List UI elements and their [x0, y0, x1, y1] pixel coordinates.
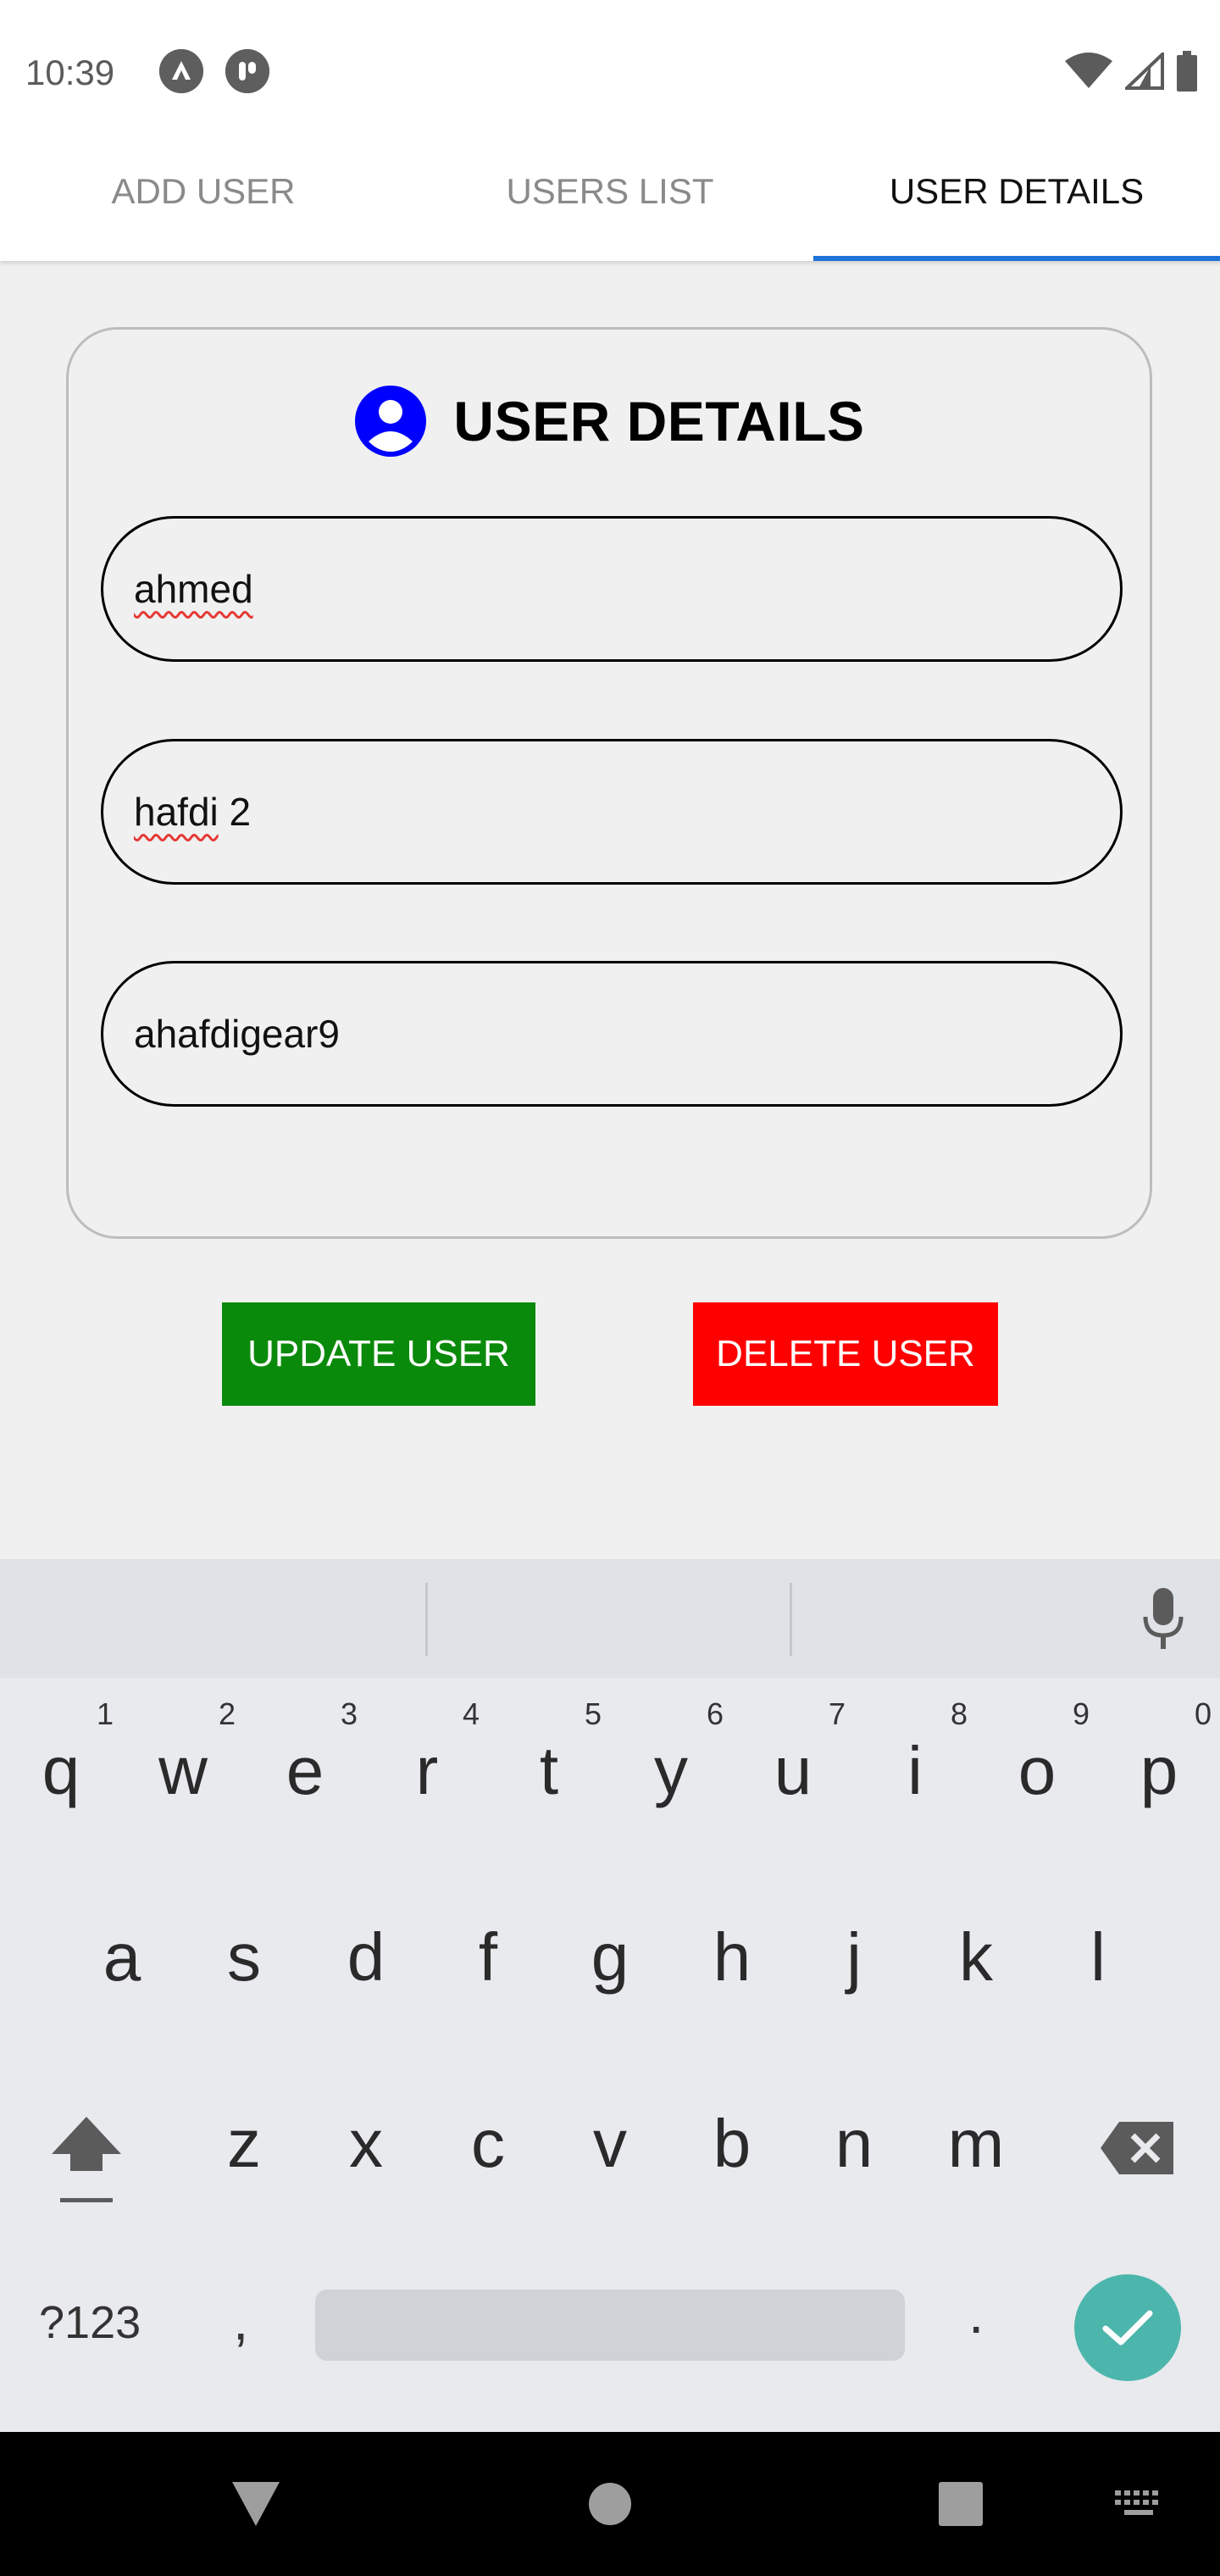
enter-key[interactable] [1074, 2274, 1181, 2381]
key-j[interactable]: j [793, 1873, 915, 2042]
key-t[interactable]: 5t [488, 1686, 610, 1856]
key-o[interactable]: 9o [976, 1686, 1098, 1856]
card-header: USER DETAILS [69, 380, 1150, 462]
keyboard-switch-button[interactable] [1079, 2432, 1198, 2576]
home-button[interactable] [551, 2432, 669, 2576]
user-details-card: USER DETAILS ahmed hafdi 2 ahafdigear9 [66, 327, 1152, 1239]
suggestion-strip [0, 1559, 1220, 1678]
key-r[interactable]: 4r [366, 1686, 488, 1856]
recents-button[interactable] [901, 2432, 1020, 2576]
key-e[interactable]: 3e [244, 1686, 366, 1856]
space-bar[interactable] [315, 2290, 905, 2361]
suggestion-divider [425, 1583, 428, 1656]
backspace-icon [1101, 2122, 1173, 2174]
update-user-button[interactable]: UPDATE USER [222, 1302, 535, 1406]
app-notification-icon-b [225, 49, 269, 93]
first-name-value: ahmed [134, 567, 253, 611]
delete-user-button[interactable]: DELETE USER [693, 1302, 998, 1406]
key-q[interactable]: 1q [0, 1686, 122, 1856]
key-w[interactable]: 2w [122, 1686, 244, 1856]
username-value: ahafdigear9 [134, 1012, 340, 1056]
system-nav-bar [0, 2432, 1220, 2576]
key-f[interactable]: f [427, 1873, 549, 2042]
key-b[interactable]: b [671, 2059, 793, 2229]
key-m[interactable]: m [915, 2059, 1037, 2229]
tab-bar: ADD USER USERS LIST USER DETAILS [0, 144, 1220, 261]
key-a[interactable]: a [61, 1873, 183, 2042]
key-n[interactable]: n [793, 2059, 915, 2229]
wifi-icon [1065, 53, 1112, 88]
recents-square-icon [939, 2482, 983, 2526]
key-p[interactable]: 0p [1098, 1686, 1220, 1856]
key-z[interactable]: z [183, 2059, 305, 2229]
key-s[interactable]: s [183, 1873, 305, 2042]
suggestion-divider [790, 1583, 792, 1656]
comma-key[interactable]: , [233, 2288, 248, 2352]
check-icon [1102, 2310, 1153, 2346]
app-notification-icon-a [159, 49, 203, 93]
key-c[interactable]: c [427, 2059, 549, 2229]
signal-icon [1125, 53, 1164, 90]
page-title: USER DETAILS [453, 390, 865, 452]
key-k[interactable]: k [915, 1873, 1037, 2042]
back-button[interactable] [197, 2432, 315, 2576]
back-triangle-icon [232, 2482, 280, 2526]
status-bar: 10:39 [0, 0, 1220, 144]
last-name-value: hafdi 2 [134, 790, 252, 834]
home-circle-icon [589, 2483, 631, 2525]
soft-keyboard: 1q 2w 3e 4r 5t 6y 7u 8i 9o 0p a s d f g … [0, 1559, 1220, 2432]
symbols-key[interactable]: ?123 [39, 2296, 141, 2349]
key-x[interactable]: x [305, 2059, 427, 2229]
key-y[interactable]: 6y [610, 1686, 732, 1856]
first-name-field[interactable]: ahmed [101, 516, 1123, 662]
last-name-field[interactable]: hafdi 2 [101, 739, 1123, 885]
key-d[interactable]: d [305, 1873, 427, 2042]
shift-icon [52, 2117, 121, 2202]
status-time: 10:39 [25, 53, 115, 92]
key-h[interactable]: h [671, 1873, 793, 2042]
keyboard-icon [1115, 2490, 1158, 2515]
system-icons [1064, 49, 1198, 93]
period-key[interactable]: . [968, 2281, 984, 2346]
username-field[interactable]: ahafdigear9 [101, 961, 1123, 1107]
tab-user-details[interactable]: USER DETAILS [813, 144, 1220, 261]
mic-icon[interactable] [1142, 1588, 1184, 1651]
shift-key[interactable] [25, 2059, 147, 2229]
tab-users-list[interactable]: USERS LIST [407, 144, 813, 261]
battery-icon [1177, 51, 1197, 92]
key-u[interactable]: 7u [732, 1686, 854, 1856]
tab-add-user[interactable]: ADD USER [0, 144, 407, 261]
key-i[interactable]: 8i [854, 1686, 976, 1856]
backspace-key[interactable] [1076, 2059, 1198, 2229]
key-g[interactable]: g [549, 1873, 671, 2042]
key-l[interactable]: l [1037, 1873, 1159, 2042]
key-v[interactable]: v [549, 2059, 671, 2229]
user-circle-icon [355, 386, 427, 457]
